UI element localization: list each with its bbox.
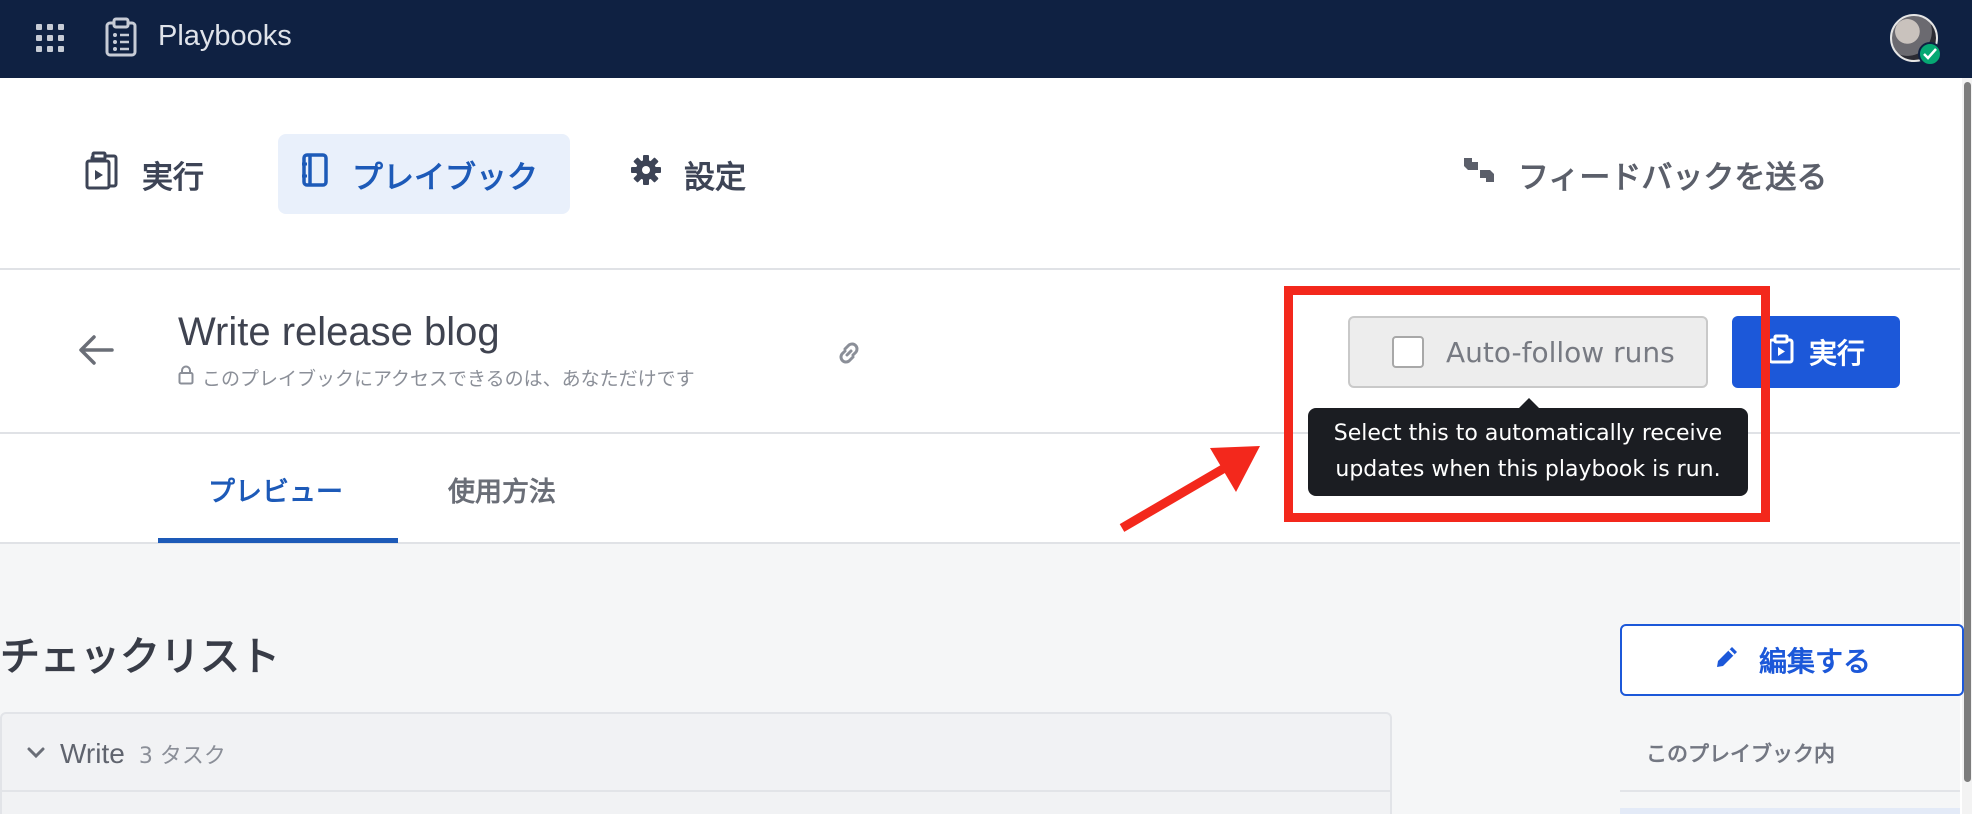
- access-note: このプレイブックにアクセスできるのは、あなただけです: [178, 364, 695, 391]
- annotation-arrow: [1110, 440, 1270, 544]
- sidebar-active-item[interactable]: [1620, 808, 1960, 814]
- app-title: Playbooks: [158, 20, 292, 52]
- in-playbook-label: このプレイブック内: [1646, 742, 1835, 766]
- feedback-icon: [1462, 154, 1496, 194]
- run-button-label: 実行: [1808, 337, 1865, 370]
- edit-button-label: 編集する: [1758, 645, 1871, 678]
- nav-item-settings[interactable]: 設定: [630, 134, 770, 214]
- nav-label-runs: 実行: [142, 159, 204, 196]
- global-header: Playbooks: [0, 0, 1972, 78]
- checklist-divider: [2, 790, 1390, 792]
- playbook-title: Write release blog: [178, 310, 500, 354]
- pencil-icon: [1713, 643, 1741, 678]
- tab-preview[interactable]: プレビュー: [208, 470, 343, 509]
- chevron-down-icon[interactable]: [26, 745, 46, 764]
- edit-button[interactable]: 編集する: [1620, 624, 1964, 696]
- runs-icon: [84, 150, 120, 198]
- nav-item-playbooks[interactable]: プレイブック: [278, 134, 570, 214]
- nav-label-settings: 設定: [684, 159, 746, 196]
- tab-usage[interactable]: 使用方法: [448, 470, 556, 509]
- grid-icon[interactable]: [36, 24, 64, 52]
- nav-item-feedback[interactable]: フィードバックを送る: [1462, 134, 1862, 214]
- nav-item-runs[interactable]: 実行: [84, 134, 234, 214]
- main-content: チェックリスト Write 3 タスク 編集する このプレイブック内: [0, 544, 1964, 814]
- nav-label-playbooks: プレイブック: [352, 159, 538, 196]
- check-icon: [1923, 48, 1937, 60]
- sidebar-divider: [1620, 790, 1960, 792]
- playbook-app-icon: [104, 17, 138, 57]
- top-nav: 実行 プレイブック 設定 フィードバックを送る: [0, 78, 1960, 270]
- annotation-highlight-box: [1284, 286, 1770, 522]
- scrollbar-thumb[interactable]: [1964, 82, 1971, 782]
- online-status-badge: [1918, 42, 1942, 66]
- checklist-section: Write 3 タスク: [0, 712, 1392, 814]
- lock-icon: [178, 365, 194, 390]
- nav-label-feedback: フィードバックを送る: [1518, 159, 1828, 196]
- gear-icon: [630, 154, 662, 194]
- checklist-heading: チェックリスト: [0, 634, 280, 680]
- access-note-text: このプレイブックにアクセスできるのは、あなただけです: [202, 368, 695, 390]
- link-icon[interactable]: [834, 338, 864, 372]
- active-tab-indicator: [158, 538, 398, 543]
- checklist-task-count: 3 タスク: [138, 744, 226, 769]
- checklist-title: Write: [60, 738, 125, 769]
- playbook-icon: [300, 152, 330, 196]
- run-icon: [1767, 334, 1795, 371]
- checklist-header[interactable]: Write 3 タスク: [26, 738, 226, 770]
- back-arrow-icon[interactable]: [78, 334, 114, 370]
